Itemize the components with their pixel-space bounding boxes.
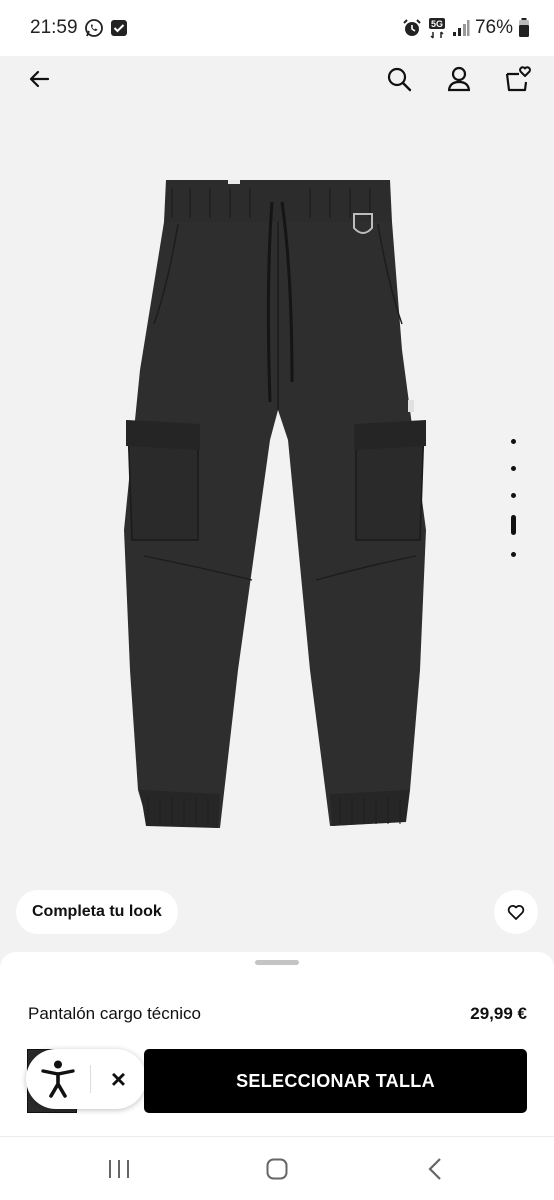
cargo-pants-image [124, 180, 426, 828]
account-button[interactable] [444, 64, 474, 94]
chevron-left-icon [428, 1157, 441, 1180]
whatsapp-icon [84, 18, 104, 38]
recent-apps-icon [109, 1159, 129, 1178]
status-time: 21:59 [30, 17, 78, 38]
network-5g-icon: 5G [427, 17, 447, 39]
sheet-drag-handle[interactable] [255, 960, 299, 965]
back-nav-button[interactable] [405, 1144, 465, 1194]
recent-apps-button[interactable] [89, 1144, 149, 1194]
status-right: 5G 76% [402, 17, 530, 39]
network-label: 5G [431, 19, 443, 29]
heart-icon [507, 905, 525, 920]
accessibility-button[interactable] [26, 1049, 90, 1109]
favorite-button[interactable] [494, 890, 538, 934]
select-size-button[interactable]: SELECCIONAR TALLA [144, 1049, 527, 1113]
app-header [0, 56, 554, 102]
close-accessibility-button[interactable]: × [91, 1064, 146, 1095]
carousel-dot[interactable] [510, 439, 516, 444]
alarm-icon [402, 18, 422, 38]
user-icon [447, 66, 471, 92]
search-icon [387, 67, 412, 92]
battery-percent: 76% [474, 17, 513, 38]
accessibility-icon [41, 1060, 75, 1098]
arrow-left-icon [29, 70, 50, 88]
status-left: 21:59 [30, 17, 128, 39]
home-icon [266, 1158, 288, 1179]
product-price: 29,99 € [470, 1004, 527, 1023]
product-name: Pantalón cargo técnico [28, 1004, 201, 1023]
carousel-dot[interactable] [510, 493, 516, 498]
product-image[interactable] [60, 110, 500, 880]
signal-icon [452, 19, 470, 37]
checkbox-notification-icon [110, 19, 128, 37]
image-carousel-dots [506, 428, 520, 568]
status-bar: 21:59 5G 76% [0, 0, 554, 56]
complete-look-button[interactable]: Completa tu look [16, 890, 178, 934]
carousel-dot[interactable] [510, 552, 516, 557]
home-button[interactable] [247, 1144, 307, 1194]
system-nav-bar [0, 1136, 554, 1200]
search-button[interactable] [384, 64, 414, 94]
header-actions [384, 64, 534, 94]
product-bottom-sheet: Pantalón cargo técnico 29,99 € × SELECCI… [0, 952, 554, 1136]
carousel-dot[interactable] [510, 466, 516, 471]
carousel-dot-active[interactable] [510, 515, 516, 535]
bag-button[interactable] [504, 64, 534, 94]
back-button[interactable] [24, 64, 54, 94]
accessibility-widget: × [26, 1049, 146, 1109]
bag-heart-icon [505, 66, 531, 92]
battery-icon [518, 18, 530, 38]
